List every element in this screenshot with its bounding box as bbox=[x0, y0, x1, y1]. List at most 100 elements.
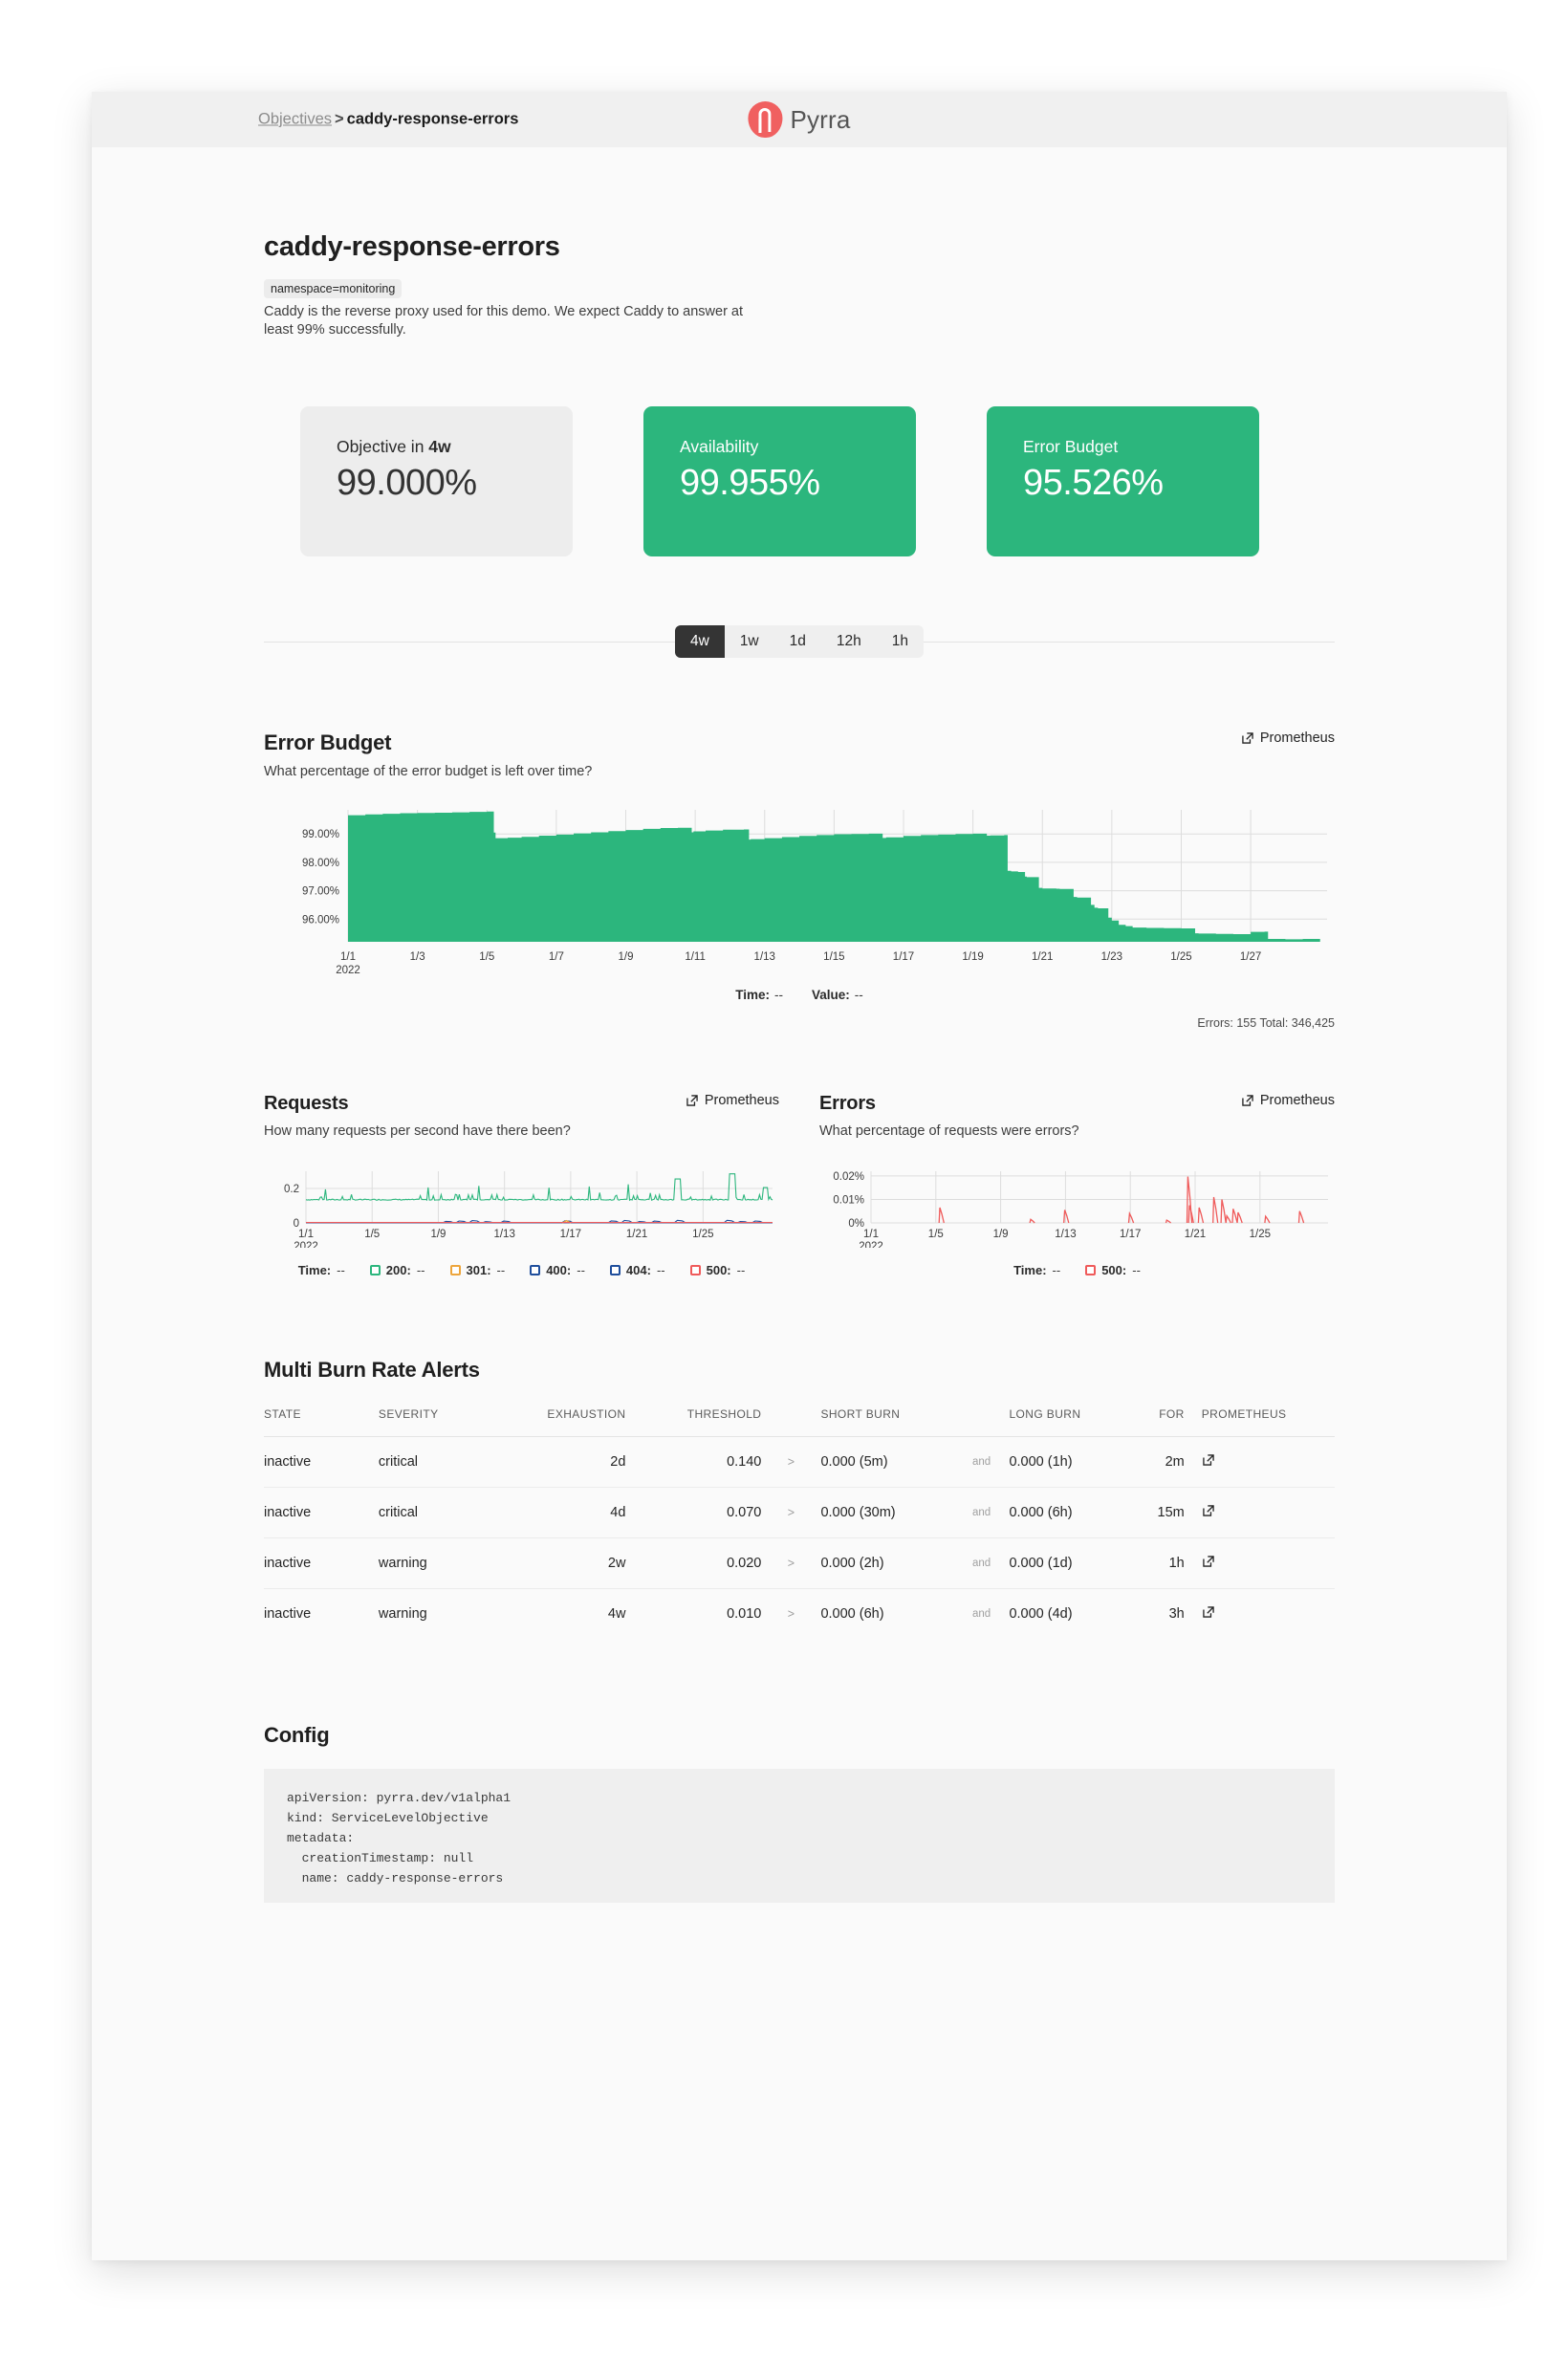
time-range-selector[interactable]: 4w 1w 1d 12h 1h bbox=[674, 625, 925, 659]
cell-exhaustion: 2d bbox=[512, 1436, 647, 1489]
legend-item-500[interactable]: 500: -- bbox=[689, 1263, 745, 1277]
svg-text:1/5: 1/5 bbox=[479, 951, 494, 963]
card-availability: Availability 99.955% bbox=[643, 406, 916, 557]
alerts-table-head: STATE SEVERITY EXHAUSTION THRESHOLD SHOR… bbox=[264, 1407, 1335, 1438]
cell-conjunction: and bbox=[953, 1436, 1010, 1489]
requests-panel: Requests How many requests per second ha… bbox=[264, 1093, 779, 1277]
cell-for: 2m bbox=[1140, 1436, 1202, 1489]
cell-conjunction: and bbox=[971, 1608, 991, 1621]
th-operator bbox=[761, 1407, 821, 1438]
table-row: inactive critical 4d 0.070 >0.000 (30m) and 0.… bbox=[264, 1487, 1335, 1539]
errors-chart[interactable]: 0% 0.01% 0.02% 1/1 1/5 1/9 1/13 1/17 1/21 1/25 202… bbox=[819, 1164, 1335, 1253]
requests-chart-svg: 00.21/1 1/5 1/9 1/13 1/17 1/21 1/252022 bbox=[284, 1171, 773, 1253]
svg-text:2022: 2022 bbox=[294, 1241, 318, 1248]
requests-prometheus-link[interactable]: Prometheus bbox=[686, 1093, 779, 1108]
svg-text:1/21: 1/21 bbox=[626, 1229, 647, 1240]
legend-item-time[interactable]: Time: -- bbox=[298, 1263, 345, 1277]
legend-item-200[interactable]: 200: -- bbox=[369, 1263, 425, 1277]
legend-item-301[interactable]: 301: -- bbox=[449, 1263, 505, 1277]
alerts-table: STATE SEVERITY EXHAUSTION THRESHOLD SHOR… bbox=[264, 1407, 1335, 1639]
legend-item-500[interactable]: 500: -- bbox=[1085, 1263, 1141, 1277]
svg-text:1/21: 1/21 bbox=[1185, 1229, 1206, 1240]
cell-severity: critical bbox=[378, 1436, 512, 1489]
config-box: apiVersion: pyrra.dev/v1alpha1 kind: Ser… bbox=[264, 1769, 1335, 1904]
errors-panel: Errors What percentage of requests were … bbox=[819, 1093, 1335, 1277]
pyrra-logo-icon bbox=[748, 101, 783, 138]
external-link-icon bbox=[686, 1095, 698, 1106]
legend-item-400[interactable]: 400: -- bbox=[530, 1263, 585, 1277]
errors-legend: Time: -- 500: -- bbox=[819, 1263, 1335, 1277]
cell-for: 3h bbox=[1168, 1606, 1185, 1623]
legend-value: -- bbox=[1132, 1263, 1141, 1278]
errors-prometheus-link[interactable]: Prometheus bbox=[1241, 1093, 1335, 1108]
cell-prometheus[interactable] bbox=[1201, 1537, 1335, 1590]
th-severity: SEVERITY bbox=[378, 1407, 512, 1438]
legend-swatch-200 bbox=[369, 1265, 381, 1276]
small-charts-row: Requests How many requests per second ha… bbox=[264, 1093, 1335, 1277]
range-btn-1d[interactable]: 1d bbox=[774, 625, 821, 658]
svg-text:0.02%: 0.02% bbox=[833, 1171, 864, 1183]
row-prometheus-link[interactable] bbox=[1202, 1504, 1215, 1517]
cell-operator: > bbox=[761, 1537, 821, 1590]
card-objective-label-prefix: Objective in bbox=[337, 437, 429, 457]
requests-chart[interactable]: 0 0.2 1/1 1/5 1/9 1/13 1/17 1/21 1/25 2022 bbox=[264, 1164, 779, 1253]
legend-item-404[interactable]: 404: -- bbox=[609, 1263, 665, 1278]
tooltip-value-value: -- bbox=[854, 988, 863, 1003]
breadcrumb: Objectives > caddy-response-errors bbox=[258, 111, 518, 129]
legend-item-time[interactable]: Time: -- bbox=[1013, 1263, 1060, 1277]
cell-prometheus[interactable] bbox=[1202, 1589, 1335, 1640]
cell-state: inactive bbox=[264, 1606, 312, 1623]
row-prometheus-link[interactable] bbox=[1202, 1453, 1215, 1467]
cell-operator: > bbox=[787, 1607, 795, 1622]
legend-key: 500: bbox=[1101, 1263, 1127, 1278]
cell-exhaustion: 4d bbox=[512, 1487, 647, 1539]
cell-prometheus[interactable] bbox=[1201, 1487, 1335, 1539]
legend-key: 404: bbox=[625, 1263, 651, 1278]
config-code: apiVersion: pyrra.dev/v1alpha1 kind: Ser… bbox=[287, 1791, 512, 1886]
svg-text:1/13: 1/13 bbox=[1055, 1229, 1076, 1240]
svg-text:2022: 2022 bbox=[859, 1241, 883, 1248]
external-link-icon bbox=[1203, 1606, 1214, 1618]
table-row: inactive warning 4w 0.010 >0.000 (6h) and 0.00… bbox=[264, 1589, 1335, 1640]
cell-long-burn: 0.000 (1d) bbox=[1009, 1537, 1141, 1590]
svg-text:1/25: 1/25 bbox=[692, 1229, 713, 1240]
error-budget-panel: Error Budget What percentage of the erro… bbox=[264, 730, 1335, 1030]
alerts-table-body: inactive critical 2d 0.140 >0.000 (5m) and 0.0… bbox=[264, 1436, 1335, 1640]
cell-severity: critical bbox=[378, 1487, 512, 1539]
svg-text:1/25: 1/25 bbox=[1170, 951, 1191, 963]
error-budget-chart[interactable]: 96.00% 97.00% 98.00% 99.00% 1/1 1/3 1/5 1/7 1/9 1… bbox=[264, 802, 1335, 976]
svg-text:1/1: 1/1 bbox=[340, 951, 356, 963]
error-budget-counts: Errors: 155 Total: 346,425 bbox=[1197, 1016, 1335, 1031]
card-error-budget: Error Budget 95.526% bbox=[987, 406, 1259, 557]
breadcrumb-objectives-link[interactable]: Objectives bbox=[258, 111, 332, 128]
svg-text:1/17: 1/17 bbox=[560, 1229, 581, 1240]
legend-key: 400: bbox=[546, 1263, 572, 1278]
cell-prometheus[interactable] bbox=[1201, 1436, 1335, 1489]
errors-subtitle: What percentage of requests were errors? bbox=[819, 1123, 1079, 1140]
breadcrumb-current: caddy-response-errors bbox=[346, 110, 519, 128]
error-budget-title: Error Budget bbox=[264, 730, 392, 755]
breadcrumb-separator: > bbox=[335, 110, 344, 128]
row-prometheus-link[interactable] bbox=[1202, 1555, 1215, 1568]
row-prometheus-link[interactable] bbox=[1202, 1605, 1215, 1619]
cell-state: inactive bbox=[264, 1537, 379, 1590]
legend-swatch-301 bbox=[449, 1265, 461, 1276]
card-objective-window: 4w bbox=[428, 437, 451, 457]
th-state: STATE bbox=[264, 1407, 379, 1438]
range-btn-4w[interactable]: 4w bbox=[674, 625, 725, 659]
svg-text:99.00%: 99.00% bbox=[302, 829, 339, 840]
range-btn-1h[interactable]: 1h bbox=[877, 625, 924, 658]
range-btn-1w[interactable]: 1w bbox=[725, 625, 774, 658]
range-btn-12h[interactable]: 12h bbox=[821, 625, 877, 658]
svg-text:1/15: 1/15 bbox=[823, 951, 844, 963]
app-page: Objectives > caddy-response-errors Pyrra c… bbox=[92, 92, 1507, 2260]
brand-name: Pyrra bbox=[790, 104, 851, 134]
th-prometheus: PROMETHEUS bbox=[1201, 1407, 1335, 1438]
svg-text:1/9: 1/9 bbox=[618, 951, 633, 963]
brand-logo[interactable]: Pyrra bbox=[748, 101, 850, 138]
external-link-icon bbox=[1203, 1505, 1214, 1516]
svg-text:96.00%: 96.00% bbox=[302, 915, 339, 926]
card-availability-label: Availability bbox=[680, 437, 759, 457]
svg-text:1/3: 1/3 bbox=[410, 951, 425, 963]
error-budget-prometheus-link[interactable]: Prometheus bbox=[1241, 730, 1335, 746]
